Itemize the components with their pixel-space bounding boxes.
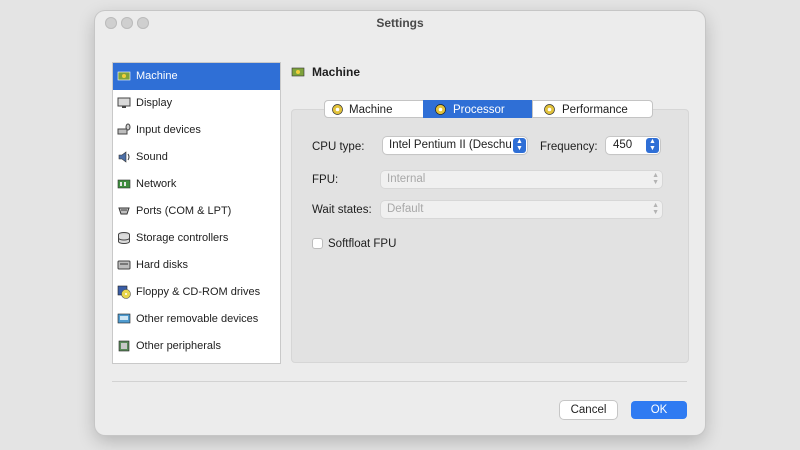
ports-icon <box>118 207 130 215</box>
sidebar-item-display[interactable]: Display <box>113 90 280 117</box>
frequency-select[interactable]: 450 ▲ ▼ <box>606 137 660 154</box>
sidebar-item-other-peripherals[interactable]: Other peripherals <box>113 333 280 360</box>
softfloat-fpu-label: Softfloat FPU <box>328 238 397 250</box>
sidebar-item-label: Network <box>136 178 177 190</box>
section-title: Machine <box>312 65 361 79</box>
footer-divider <box>112 381 687 382</box>
sidebar-item-label: Ports (COM & LPT) <box>136 205 232 217</box>
cpu-type-select[interactable]: Intel Pentium II (Deschutes) ▲▼ <box>383 137 527 154</box>
sidebar-item-label: Other removable devices <box>136 313 259 325</box>
tab-performance[interactable]: Performance <box>532 100 653 118</box>
tab-label: Performance <box>562 104 628 116</box>
wait-states-label: Wait states: <box>312 204 372 216</box>
sidebar-item-label: Other peripherals <box>136 340 221 352</box>
sidebar-item-sound[interactable]: Sound <box>113 144 280 171</box>
cpu-type-label: CPU type: <box>312 141 365 153</box>
chevron-updown-icon: ▲ ▼ <box>646 138 659 153</box>
hard-disk-icon <box>117 260 131 270</box>
frequency-label: Frequency: <box>540 141 598 153</box>
performance-gear-icon <box>544 104 555 115</box>
ok-button[interactable]: OK <box>631 401 687 419</box>
tab-label: Machine <box>349 104 393 116</box>
sidebar-item-storage-controllers[interactable]: Storage controllers <box>113 225 280 252</box>
window-title: Settings <box>376 16 424 30</box>
sidebar-item-floppy-cdrom[interactable]: Floppy & CD-ROM drives <box>113 279 280 306</box>
sidebar-item-label: Display <box>136 97 173 109</box>
softfloat-fpu-checkbox[interactable] <box>312 238 323 249</box>
fpu-value: Internal <box>387 173 426 185</box>
tab-label: Processor <box>453 104 505 116</box>
machine-icon <box>117 71 131 81</box>
sidebar-item-label: Input devices <box>136 124 201 136</box>
fpu-label: FPU: <box>312 174 339 186</box>
fpu-select[interactable]: Internal ▲ ▼ <box>381 171 662 188</box>
cancel-button[interactable]: Cancel <box>560 401 617 419</box>
network-icon <box>117 179 131 189</box>
sidebar-item-label: Storage controllers <box>136 232 229 244</box>
chevron-updown-icon: ▲ ▼ <box>652 172 659 186</box>
chevron-updown-icon: ▲ ▼ <box>513 138 526 153</box>
machine-icon <box>291 67 305 77</box>
settings-sidebar: Machine Display Input devices Sound Netw… <box>112 62 281 364</box>
sidebar-item-machine[interactable]: Machine <box>113 63 280 90</box>
tab-processor[interactable]: Processor <box>423 100 533 118</box>
title-bar: Settings <box>95 11 705 35</box>
frequency-value: 450 <box>613 139 633 151</box>
peripherals-icon <box>118 340 130 352</box>
chevron-updown-icon: ▲ ▼ <box>652 202 659 216</box>
storage-controllers-icon <box>118 232 130 244</box>
sidebar-item-other-removable-devices[interactable]: Other removable devices <box>113 306 280 333</box>
sidebar-item-label: Floppy & CD-ROM drives <box>136 286 261 298</box>
sidebar-item-label: Machine <box>136 70 178 82</box>
sidebar-item-input-devices[interactable]: Input devices <box>113 117 280 144</box>
processor-gear-icon <box>435 104 446 115</box>
tab-machine[interactable]: Machine <box>324 100 424 118</box>
floppy-cdrom-icon <box>117 285 131 299</box>
sidebar-item-ports[interactable]: Ports (COM & LPT) <box>113 198 280 225</box>
wait-states-value: Default <box>387 203 424 215</box>
machine-gear-icon <box>332 104 343 115</box>
cpu-type-value: Intel Pentium II (Deschutes) <box>389 139 511 151</box>
wait-states-select[interactable]: Default ▲ ▼ <box>381 201 662 218</box>
input-devices-icon <box>117 123 131 135</box>
display-icon <box>117 97 131 108</box>
removable-devices-icon <box>117 313 131 324</box>
sidebar-item-hard-disks[interactable]: Hard disks <box>113 252 280 279</box>
settings-window: Settings Machine Display Input devices S… <box>95 11 705 435</box>
sidebar-item-network[interactable]: Network <box>113 171 280 198</box>
sound-icon <box>118 151 130 163</box>
sidebar-item-label: Hard disks <box>136 259 188 271</box>
sidebar-item-label: Sound <box>136 151 168 163</box>
